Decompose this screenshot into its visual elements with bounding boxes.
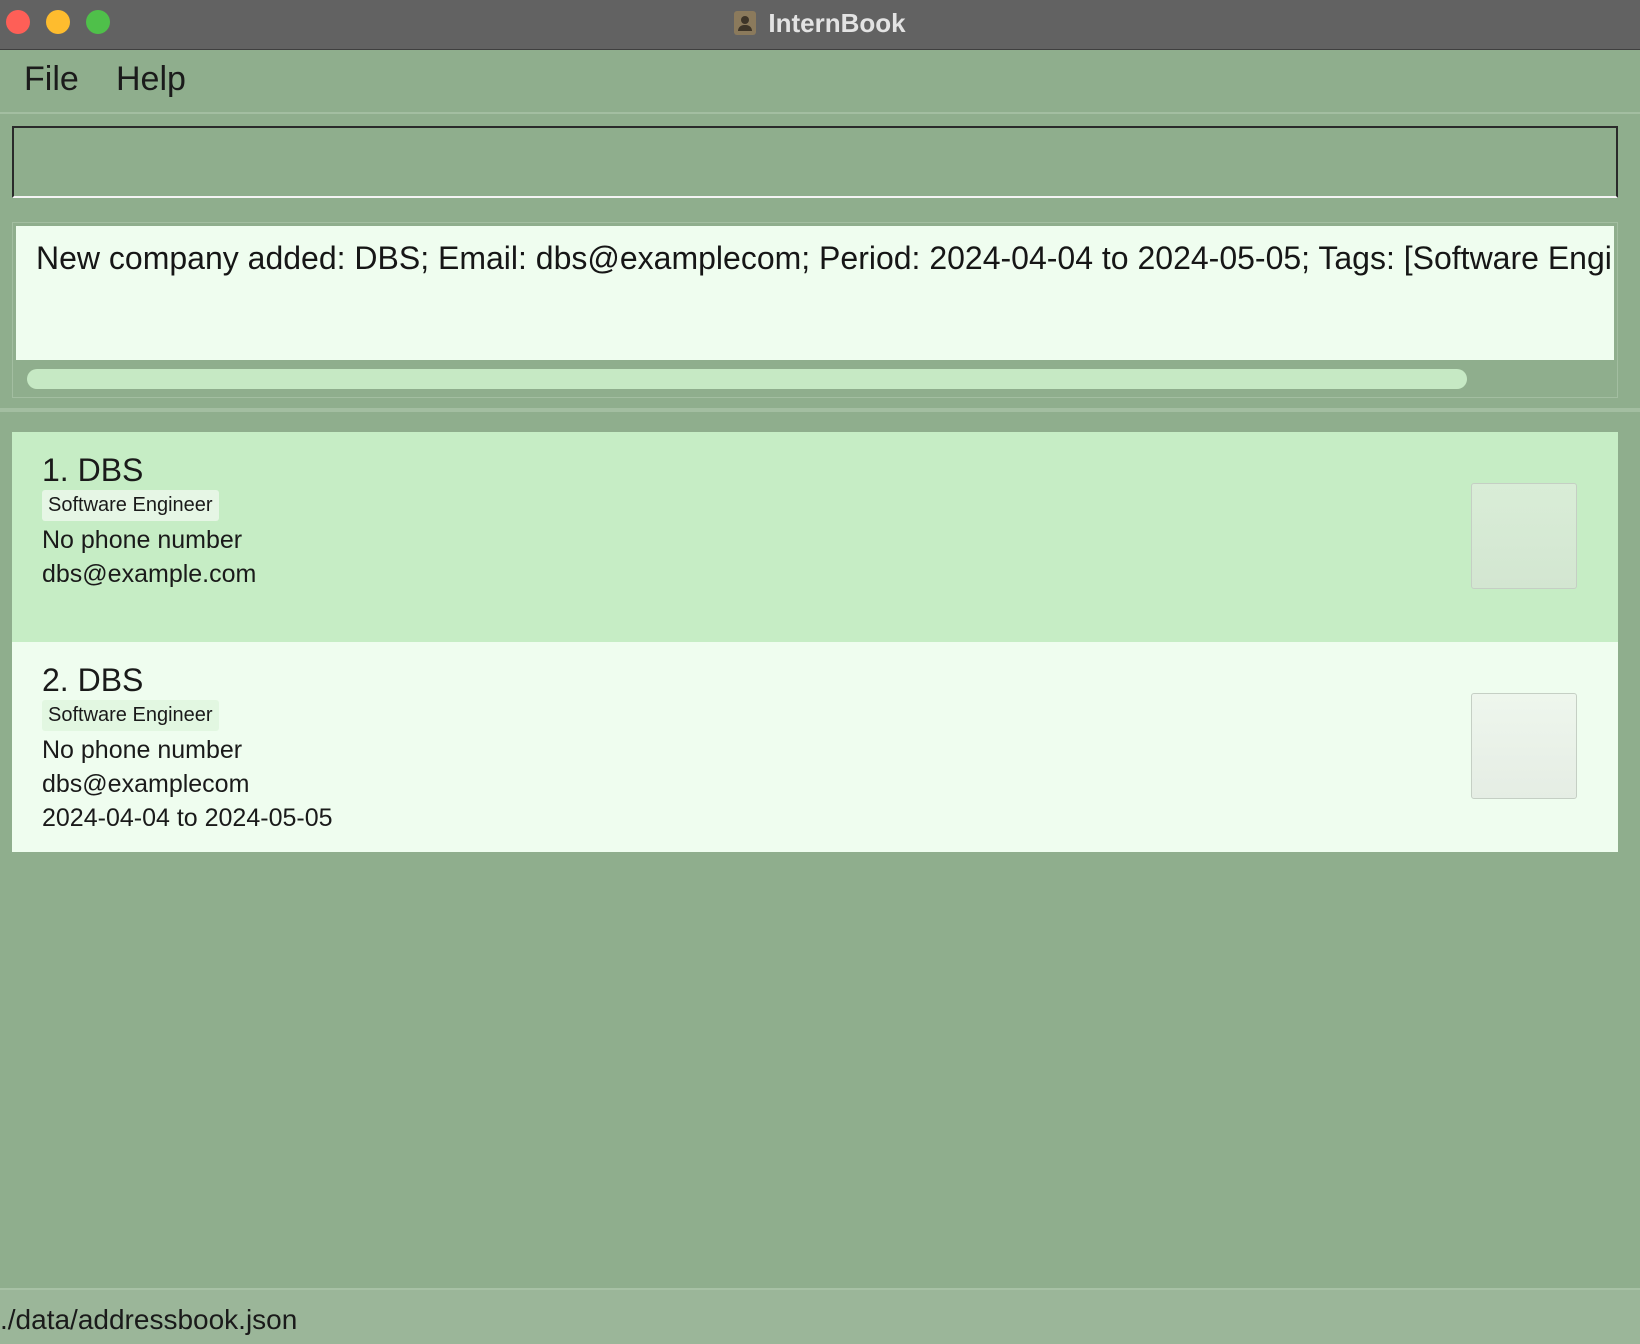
company-title: 2. DBS [42, 662, 144, 698]
menu-file[interactable]: File [24, 60, 79, 99]
company-card-1[interactable]: 1. DBS Software Engineer No phone number… [12, 432, 1618, 642]
command-input[interactable] [14, 128, 1616, 196]
company-status-box[interactable] [1471, 483, 1577, 589]
company-email: dbs@example.com [42, 560, 257, 588]
company-phone: No phone number [42, 736, 243, 764]
result-display: New company added: DBS; Email: dbs@examp… [12, 222, 1618, 398]
result-message: New company added: DBS; Email: dbs@examp… [36, 240, 1614, 276]
menu-help[interactable]: Help [116, 60, 186, 99]
company-tag: Software Engineer [42, 490, 219, 521]
company-status-box[interactable] [1471, 693, 1577, 799]
menu-bar: File Help [0, 50, 1640, 114]
company-email: dbs@examplecom [42, 770, 250, 798]
company-tag: Software Engineer [42, 700, 219, 731]
company-title: 1. DBS [42, 452, 144, 488]
divider [0, 408, 1640, 412]
company-period: 2024-04-04 to 2024-05-05 [42, 804, 333, 832]
window-title-group: InternBook [0, 0, 1640, 46]
contact-book-icon [734, 11, 757, 35]
company-list: 1. DBS Software Engineer No phone number… [12, 432, 1618, 852]
command-box[interactable] [12, 126, 1618, 198]
window-title: InternBook [768, 7, 906, 38]
status-bar: ./data/addressbook.json [0, 1288, 1640, 1344]
horizontal-scrollbar[interactable] [27, 369, 1467, 389]
app-window: InternBook File Help New company added: … [0, 0, 1640, 1344]
result-text-area[interactable]: New company added: DBS; Email: dbs@examp… [16, 226, 1614, 360]
company-card-2[interactable]: 2. DBS Software Engineer No phone number… [12, 642, 1618, 852]
company-phone: No phone number [42, 526, 243, 554]
title-bar[interactable]: InternBook [0, 0, 1640, 50]
save-location: ./data/addressbook.json [0, 1304, 298, 1335]
